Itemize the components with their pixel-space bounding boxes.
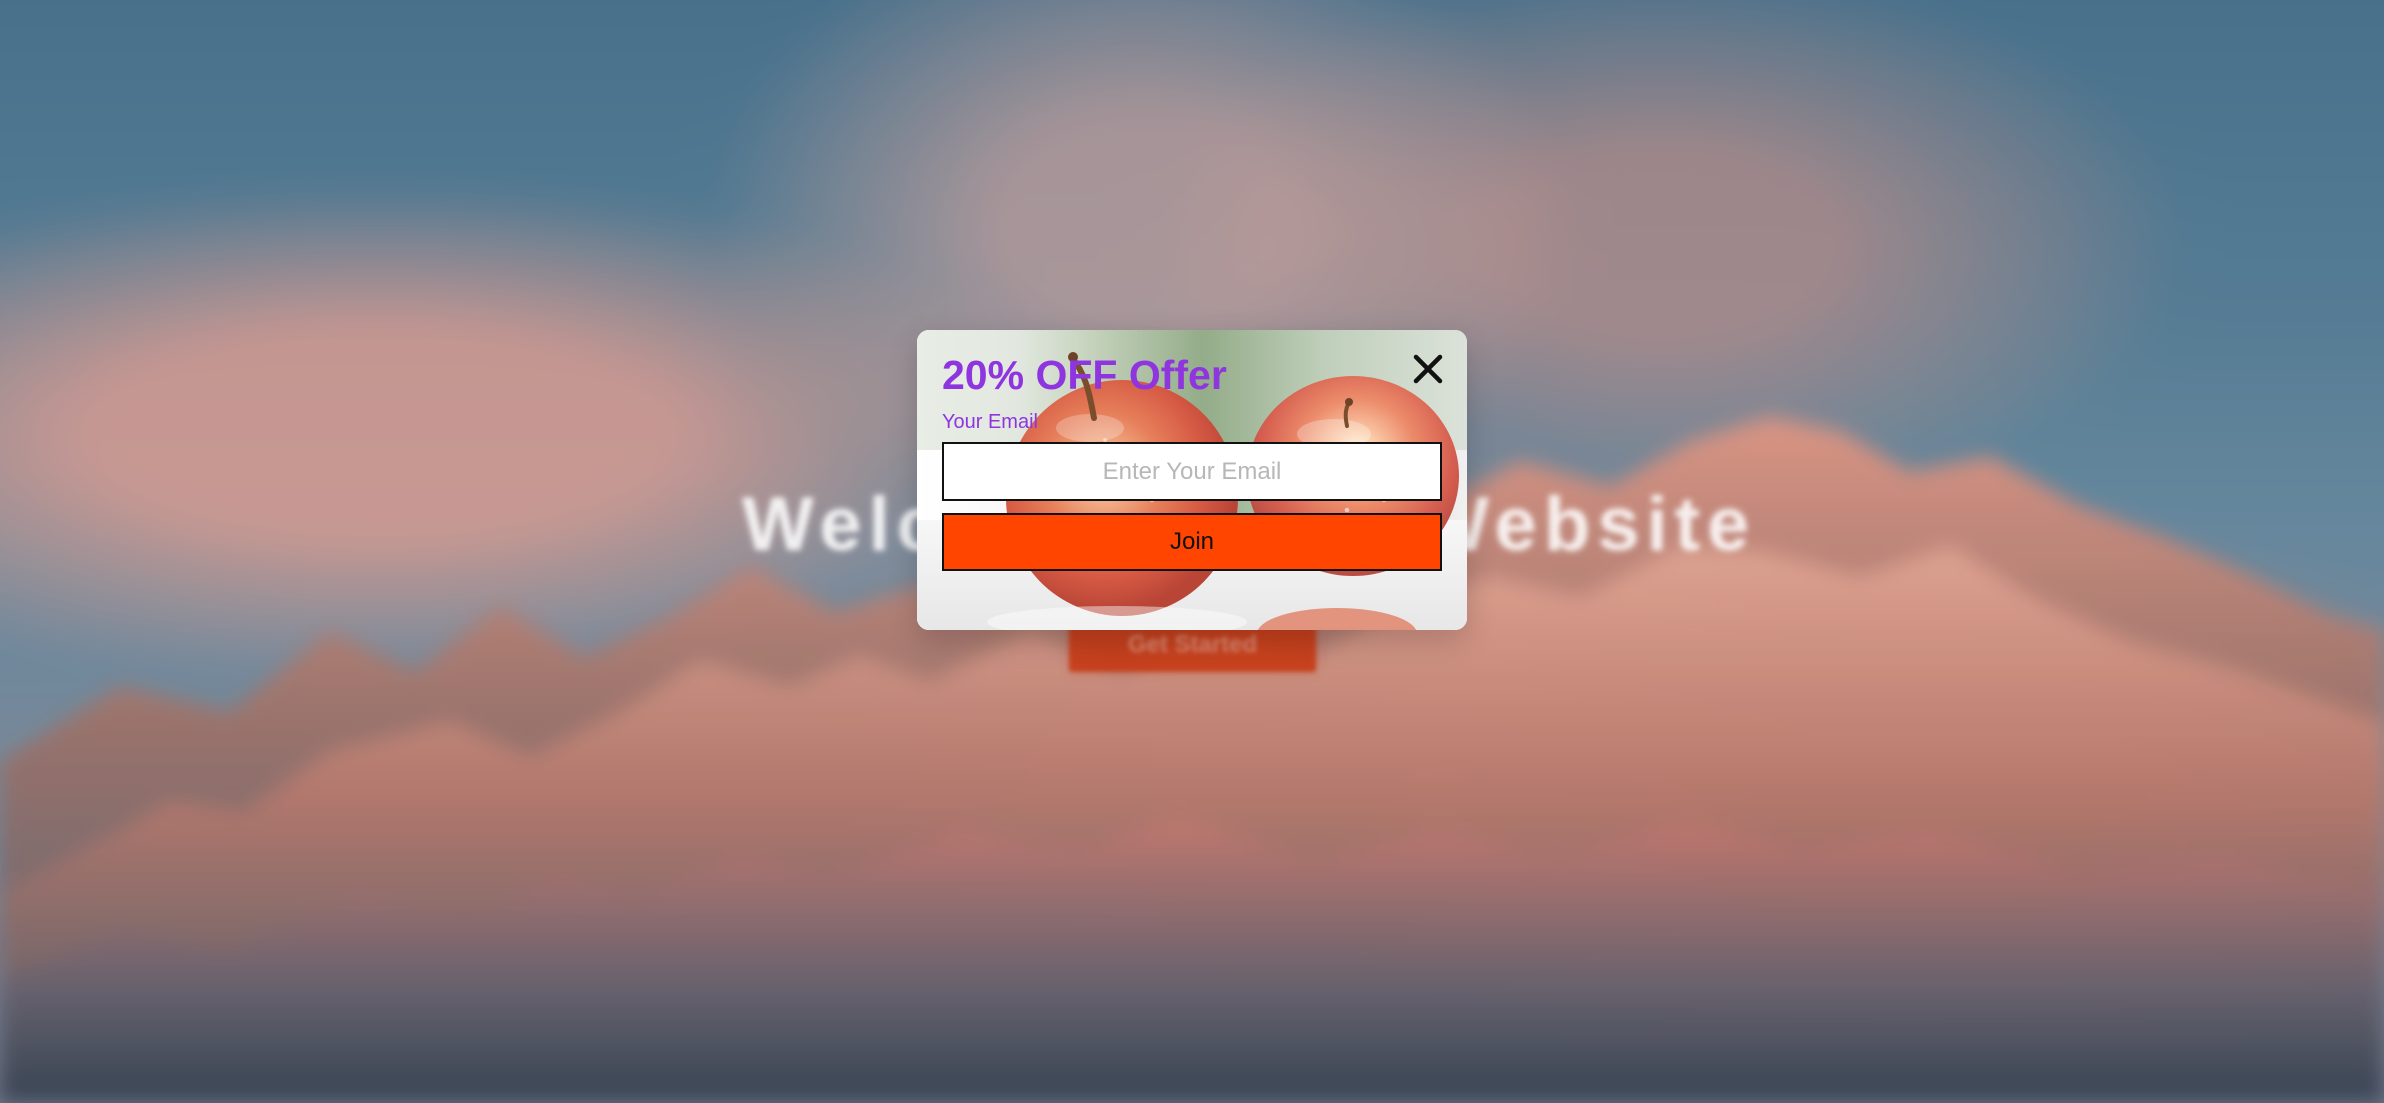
email-input[interactable]: [942, 442, 1442, 501]
close-icon: [1413, 354, 1443, 384]
email-label: Your Email: [942, 411, 1038, 433]
page: Welcome to my Website Get Started: [0, 0, 2384, 1103]
join-button[interactable]: Join: [942, 513, 1442, 571]
discount-popup: 20% OFF Offer Your Email Join: [917, 330, 1467, 630]
close-button[interactable]: [1407, 348, 1449, 390]
popup-title: 20% OFF Offer: [942, 352, 1227, 398]
popup-content: 20% OFF Offer Your Email Join: [917, 330, 1467, 630]
